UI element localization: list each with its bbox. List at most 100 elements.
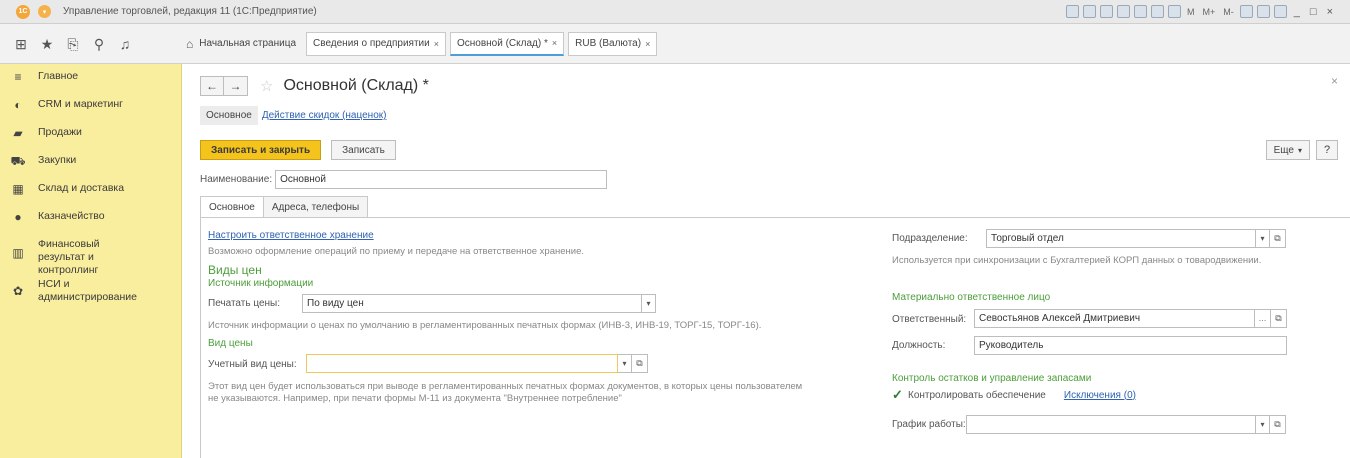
dropdown-arrow-icon[interactable]: ▾ xyxy=(618,354,632,373)
close-window-button[interactable]: × xyxy=(1324,6,1336,18)
coin-icon: ● xyxy=(14,210,22,224)
sidebar-item-sales[interactable]: ▰ Продажи xyxy=(0,126,181,150)
form-header: ← → ☆ Основной (Склад) * xyxy=(200,76,429,96)
help-button[interactable]: ? xyxy=(1316,140,1338,160)
tab-panel: Настроить ответственное хранение Возможн… xyxy=(200,217,1350,458)
open-link-icon[interactable]: ⧉ xyxy=(1270,415,1286,434)
schedule-select[interactable]: ▾ ⧉ xyxy=(966,415,1286,434)
sidebar-item-purchases[interactable]: ⛟ Закупки xyxy=(0,154,181,178)
close-form-icon[interactable]: × xyxy=(1331,74,1338,88)
memory-button[interactable]: M xyxy=(1185,7,1197,17)
zoom-icon[interactable] xyxy=(1239,5,1253,18)
save-icon[interactable] xyxy=(1100,5,1114,18)
print-prices-value: По виду цен xyxy=(302,294,642,313)
tab-currency-rub[interactable]: RUB (Валюта) × xyxy=(568,31,658,56)
sidebar-item-label: CRM и маркетинг xyxy=(38,98,124,110)
dropdown-arrow-icon[interactable]: ▾ xyxy=(1256,415,1270,434)
responsible-label: Ответственный: xyxy=(892,314,967,325)
account-price-select[interactable]: ▾ ⧉ xyxy=(306,354,648,373)
calendar-icon[interactable] xyxy=(1168,5,1182,18)
more-button[interactable]: Еще ▾ xyxy=(1265,140,1310,160)
info-source-title: Источник информации xyxy=(208,278,314,289)
sidebar-item-crm[interactable]: ◐ CRM и маркетинг xyxy=(0,98,181,122)
sidebar-item-label: Продажи xyxy=(38,126,82,138)
sidebar-item-financial-result[interactable]: ▥ Финансовый результат и контроллинг xyxy=(0,238,181,276)
sidebar-item-warehouse[interactable]: ▦ Склад и доставка xyxy=(0,182,181,206)
info-icon[interactable] xyxy=(1273,5,1287,18)
sidebar-item-main[interactable]: ≡ Главное xyxy=(0,70,181,94)
sections-sidebar: ≡ Главное ◐ CRM и маркетинг ▰ Продажи ⛟ … xyxy=(0,64,182,458)
memory-plus-button[interactable]: M+ xyxy=(1201,7,1218,17)
position-input[interactable]: Руководитель xyxy=(974,336,1287,355)
responsible-select[interactable]: Севостьянов Алексей Дмитриевич … ⧉ xyxy=(974,309,1287,328)
print-icon[interactable] xyxy=(1066,5,1080,18)
tab-main[interactable]: Основное xyxy=(200,196,264,218)
section-discounts-link[interactable]: Действие скидок (наценок) xyxy=(262,110,387,121)
favorite-star-icon[interactable]: ☆ xyxy=(260,77,273,95)
table-icon[interactable] xyxy=(1151,5,1165,18)
menu-lines-icon: ≡ xyxy=(14,70,22,84)
account-price-label: Учетный вид цены: xyxy=(208,359,297,370)
responsible-person-title: Материально ответственное лицо xyxy=(892,292,1051,303)
name-input[interactable]: Основной xyxy=(275,170,608,189)
tab-label: Основной (Склад) * xyxy=(456,37,548,49)
sidebar-item-admin[interactable]: ✿ НСИ и администрирование xyxy=(0,278,181,314)
home-tab[interactable]: ⌂ Начальная страница xyxy=(186,37,296,51)
app-logo-icon: 1С xyxy=(16,4,30,19)
memory-minus-button[interactable]: M- xyxy=(1221,7,1236,17)
maximize-button[interactable]: □ xyxy=(1307,6,1320,18)
close-tab-icon[interactable]: × xyxy=(645,39,650,49)
preview-icon[interactable] xyxy=(1083,5,1097,18)
close-tab-icon[interactable]: × xyxy=(552,38,557,48)
windows-icon[interactable] xyxy=(1256,5,1270,18)
cart-icon: ⛟ xyxy=(10,154,26,168)
bar-chart-icon: ▥ xyxy=(12,246,24,260)
link-icon[interactable] xyxy=(1117,5,1131,18)
section-main[interactable]: Основное xyxy=(200,106,258,125)
email-icon[interactable] xyxy=(1134,5,1148,18)
app-menu-icon[interactable]: ▾ xyxy=(38,5,51,18)
checkmark-icon[interactable]: ✓ xyxy=(892,388,904,401)
dropdown-arrow-icon[interactable]: ▾ xyxy=(642,294,656,313)
sidebar-item-label: Финансовый результат и контроллинг xyxy=(38,238,100,276)
tab-company-info[interactable]: Сведения о предприятии × xyxy=(306,31,446,56)
exceptions-link[interactable]: Исключения (0) xyxy=(1064,390,1136,401)
open-link-icon[interactable]: ⧉ xyxy=(1271,309,1287,328)
minimize-button[interactable]: _ xyxy=(1291,6,1303,18)
dropdown-arrow-icon[interactable]: ▾ xyxy=(1256,229,1270,248)
save-button[interactable]: Записать xyxy=(331,140,396,160)
sidebar-item-label: Казначейство xyxy=(38,210,105,222)
open-link-icon[interactable]: ⧉ xyxy=(1270,229,1286,248)
back-arrow-icon[interactable]: ← xyxy=(200,76,224,96)
close-tab-icon[interactable]: × xyxy=(434,39,439,49)
favorites-star-icon[interactable]: ★ xyxy=(40,37,54,51)
forward-arrow-icon[interactable]: → xyxy=(224,76,248,96)
sidebar-item-treasury[interactable]: ● Казначейство xyxy=(0,210,181,234)
tab-addresses[interactable]: Адреса, телефоны xyxy=(262,196,369,218)
search-icon[interactable]: ⚲ xyxy=(92,37,106,51)
storage-note: Возможно оформление операций по приему и… xyxy=(208,246,585,257)
shopping-bag-icon: ▰ xyxy=(13,126,23,140)
price-type-title: Вид цены xyxy=(208,338,253,349)
command-bar: Записать и закрыть Записать xyxy=(200,140,396,160)
notifications-bell-icon[interactable]: ♫ xyxy=(118,37,132,51)
storage-settings-link[interactable]: Настроить ответственное хранение xyxy=(208,230,374,241)
print-prices-select[interactable]: По виду цен ▾ xyxy=(302,294,656,313)
schedule-input xyxy=(966,415,1256,434)
tab-warehouse-main[interactable]: Основной (Склад) * × xyxy=(449,31,565,56)
department-select[interactable]: Торговый отдел ▾ ⧉ xyxy=(986,229,1286,248)
form-sections: Основное Действие скидок (наценок) xyxy=(200,106,386,125)
name-field-row: Наименование: Основной xyxy=(200,170,608,189)
control-supply-checkbox-row[interactable]: ✓ Контролировать обеспечение Исключения … xyxy=(892,388,1136,401)
open-windows-bar: ⊞ ★ ⎘ ⚲ ♫ ⌂ Начальная страница Сведения … xyxy=(0,24,1350,64)
apps-grid-icon[interactable]: ⊞ xyxy=(14,37,28,51)
form-area: ← → ☆ Основной (Склад) * × Основное Дейс… xyxy=(183,64,1350,458)
select-ellipsis-icon[interactable]: … xyxy=(1255,309,1271,328)
save-and-close-button[interactable]: Записать и закрыть xyxy=(200,140,322,160)
history-icon[interactable]: ⎘ xyxy=(66,37,80,51)
open-link-icon[interactable]: ⧉ xyxy=(632,354,648,373)
toolbar-icons: ⊞ ★ ⎘ ⚲ ♫ xyxy=(14,37,182,51)
home-icon: ⌂ xyxy=(186,36,194,51)
sidebar-item-label: Склад и доставка xyxy=(38,182,125,194)
department-note: Используется при синхронизации с Бухгалт… xyxy=(892,255,1262,266)
